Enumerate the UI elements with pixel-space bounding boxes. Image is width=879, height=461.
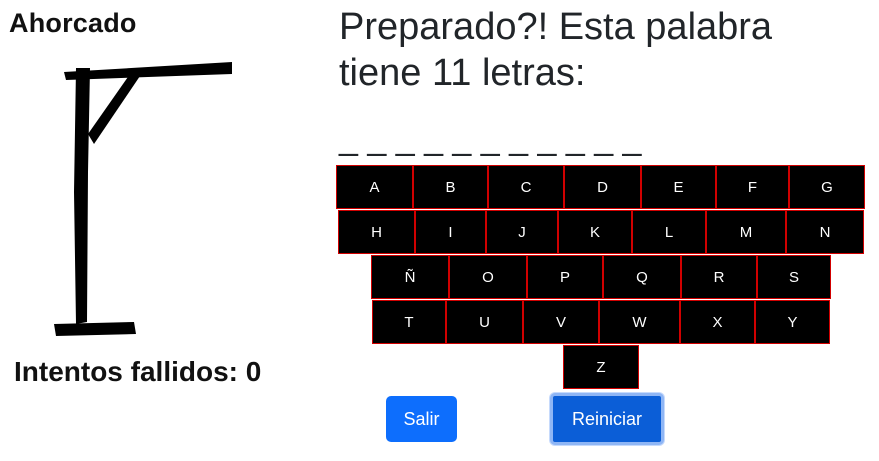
key-j[interactable]: J <box>486 210 558 254</box>
key-i[interactable]: I <box>415 210 486 254</box>
key-c[interactable]: C <box>488 165 564 209</box>
key-g[interactable]: G <box>789 165 865 209</box>
key-q[interactable]: Q <box>603 255 681 299</box>
gallows-drawing <box>54 62 232 336</box>
reset-button[interactable]: Reiniciar <box>550 393 664 445</box>
key-h[interactable]: H <box>338 210 415 254</box>
key-d[interactable]: D <box>564 165 641 209</box>
key-k[interactable]: K <box>558 210 632 254</box>
key-p[interactable]: P <box>527 255 603 299</box>
key-x[interactable]: X <box>680 300 755 344</box>
key-v[interactable]: V <box>523 300 599 344</box>
key-u[interactable]: U <box>446 300 523 344</box>
failed-attempts: Intentos fallidos: 0 <box>14 356 262 387</box>
key-f[interactable]: F <box>716 165 789 209</box>
key-z[interactable]: Z <box>563 345 639 389</box>
key-y[interactable]: Y <box>755 300 830 344</box>
hangman-game: Ahorcado Intentos fallidos: 0 Preparado?… <box>0 0 879 461</box>
key-enye[interactable]: Ñ <box>371 255 449 299</box>
key-a[interactable]: A <box>336 165 413 209</box>
key-n[interactable]: N <box>786 210 864 254</box>
key-s[interactable]: S <box>757 255 831 299</box>
key-t[interactable]: T <box>372 300 446 344</box>
key-r[interactable]: R <box>681 255 757 299</box>
key-l[interactable]: L <box>632 210 706 254</box>
key-e[interactable]: E <box>641 165 716 209</box>
key-b[interactable]: B <box>413 165 488 209</box>
key-o[interactable]: O <box>449 255 527 299</box>
key-w[interactable]: W <box>599 300 680 344</box>
word-placeholder: _ _ _ _ _ _ _ _ _ _ _ <box>339 119 642 157</box>
exit-button[interactable]: Salir <box>386 396 457 442</box>
key-m[interactable]: M <box>706 210 786 254</box>
word-prompt: Preparado?! Esta palabra tiene 11 letras… <box>339 6 773 94</box>
game-title: Ahorcado <box>9 8 137 38</box>
